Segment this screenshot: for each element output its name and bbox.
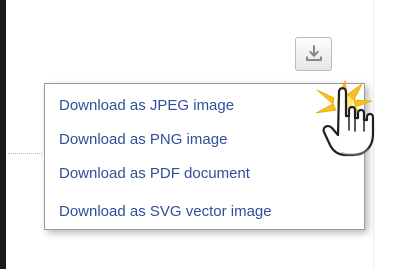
download-svg-item[interactable]: Download as SVG vector image bbox=[59, 199, 272, 225]
download-png-item[interactable]: Download as PNG image bbox=[59, 127, 227, 153]
download-jpeg-item[interactable]: Download as JPEG image bbox=[59, 93, 234, 119]
download-pdf-item[interactable]: Download as PDF document bbox=[59, 161, 250, 187]
download-icon bbox=[306, 45, 322, 61]
export-context-menu: Download as JPEG image Download as PNG i… bbox=[44, 83, 365, 230]
right-divider bbox=[373, 0, 374, 269]
export-menu-button[interactable] bbox=[295, 37, 332, 71]
chart-export-screenshot: Download as JPEG image Download as PNG i… bbox=[0, 0, 396, 269]
left-border bbox=[0, 0, 6, 269]
top-strip bbox=[6, 0, 396, 6]
dotted-gridline bbox=[8, 153, 42, 154]
